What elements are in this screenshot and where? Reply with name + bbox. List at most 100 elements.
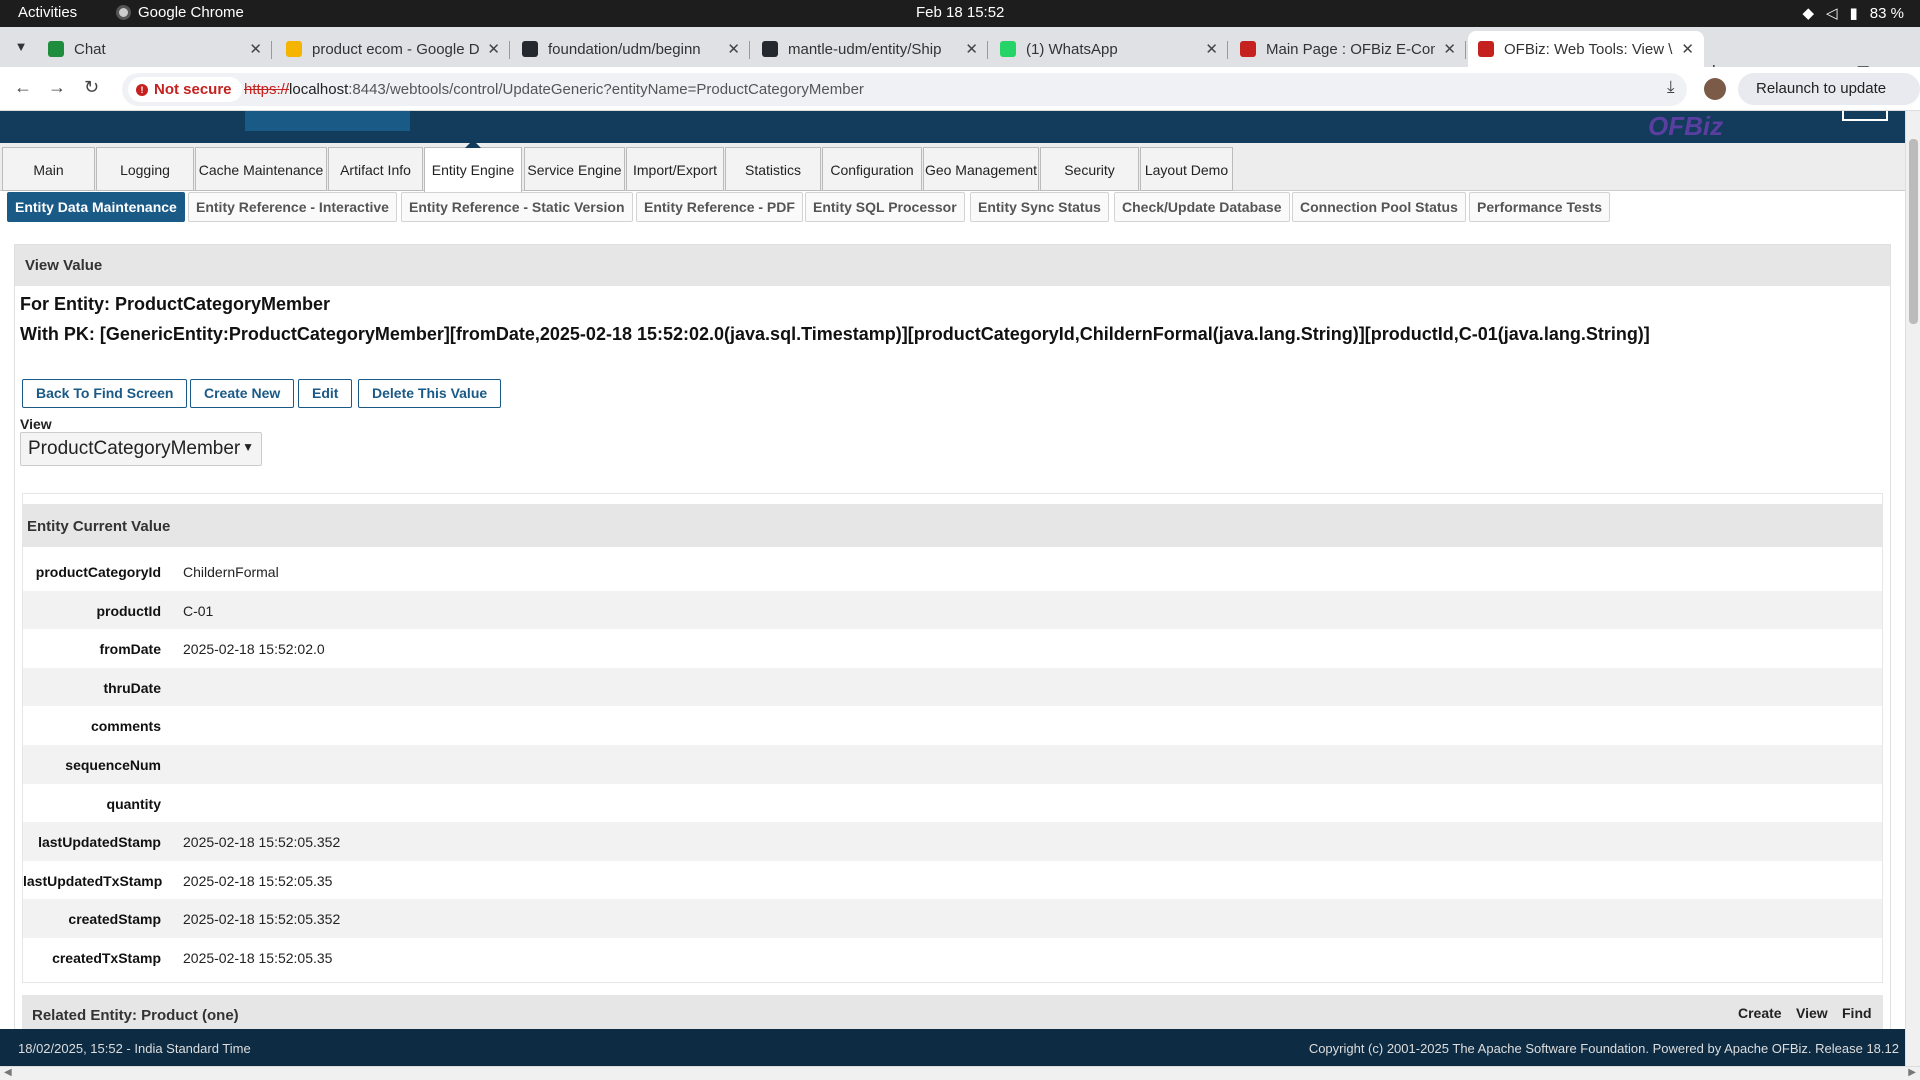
related-title: Related Entity: Product (one) — [32, 1007, 239, 1024]
main-nav-item[interactable]: Logging — [96, 147, 194, 191]
field-name: sequenceNum — [65, 757, 161, 773]
sub-nav-item[interactable]: Entity Data Maintenance — [7, 192, 185, 222]
menu-icon[interactable] — [1842, 111, 1888, 121]
horizontal-scrollbar[interactable]: ◀ ▶ — [0, 1066, 1920, 1080]
field-row: quantity — [23, 784, 1882, 823]
active-app-tab[interactable] — [245, 111, 410, 131]
field-row: thruDate — [23, 667, 1882, 707]
create-new-button[interactable]: Create New — [190, 379, 295, 408]
field-value: ChildernFormal — [183, 564, 279, 580]
main-nav-item[interactable]: Cache Maintenance — [195, 147, 327, 191]
security-chip[interactable]: ! Not secure — [128, 77, 242, 102]
browser-toolbar: ← → ↻ ! Not secure https://localhost:844… — [0, 67, 1920, 129]
browser-tab[interactable]: product ecom - Google D ✕ — [276, 31, 510, 67]
address-bar[interactable]: ! Not secure https://localhost:8443/webt… — [122, 73, 1757, 106]
current-value-title: Entity Current Value — [23, 504, 1882, 547]
sub-nav-item[interactable]: Entity SQL Processor — [805, 192, 965, 222]
field-value: 2025-02-18 15:52:05.35 — [183, 950, 333, 966]
tab-separator — [1465, 41, 1466, 59]
back-to-find-button[interactable]: Back To Find Screen — [22, 379, 188, 408]
main-nav-item[interactable]: Artifact Info — [328, 147, 423, 191]
main-nav-item[interactable]: Import/Export — [626, 147, 724, 191]
app-header: OFBiz — [0, 111, 1905, 143]
delete-value-button[interactable]: Delete This Value — [358, 379, 502, 408]
close-tab-icon[interactable]: ✕ — [1443, 40, 1456, 58]
related-create-link[interactable]: Create — [1738, 1005, 1782, 1021]
forward-icon[interactable]: → — [48, 77, 66, 98]
sub-nav-item[interactable]: Connection Pool Status — [1292, 192, 1466, 222]
battery-level: 83 % — [1869, 4, 1904, 22]
app-menu[interactable]: Google Chrome — [116, 4, 244, 21]
related-find-link[interactable]: Find — [1842, 1005, 1872, 1021]
footer-copyright: Copyright (c) 2001-2025 The Apache Softw… — [1308, 1041, 1899, 1056]
url-scheme: https:// — [244, 81, 290, 98]
app-name: Google Chrome — [138, 4, 244, 21]
sub-nav-item[interactable]: Entity Reference - Interactive — [188, 192, 397, 222]
tab-search-button[interactable]: ▼ — [8, 34, 34, 60]
tab-separator — [749, 41, 750, 59]
tab-title: product ecom - Google D — [312, 40, 480, 58]
close-tab-icon[interactable]: ✕ — [487, 40, 500, 58]
related-view-link[interactable]: View — [1796, 1005, 1828, 1021]
view-select[interactable]: ProductCategoryMember ▼ — [20, 432, 262, 466]
github-icon — [522, 41, 538, 57]
browser-tab[interactable]: (1) WhatsApp ✕ — [990, 31, 1228, 67]
main-nav-item[interactable]: Main — [2, 147, 95, 191]
main-nav-item[interactable]: Entity Engine — [424, 140, 522, 193]
close-tab-icon[interactable]: ✕ — [249, 40, 262, 58]
field-row: sequenceNum — [23, 745, 1882, 784]
reload-icon[interactable]: ↻ — [84, 77, 99, 98]
close-tab-icon[interactable]: ✕ — [1681, 40, 1694, 58]
browser-tab[interactable]: mantle-udm/entity/Ship ✕ — [752, 31, 988, 67]
view-select-value: ProductCategoryMember — [28, 438, 241, 459]
sub-nav-item[interactable]: Entity Sync Status — [970, 192, 1109, 222]
main-nav-item[interactable]: Geo Management — [923, 147, 1039, 191]
view-label: View — [20, 416, 52, 432]
field-name: thruDate — [103, 679, 161, 696]
field-name: createdStamp — [68, 911, 161, 928]
related-entity-bar: Related Entity: Product (one) Create Vie… — [22, 995, 1883, 1029]
browser-tab[interactable]: foundation/udm/beginn ✕ — [512, 31, 750, 67]
browser-tab[interactable]: Chat ✕ — [38, 31, 272, 67]
avatar[interactable] — [1704, 78, 1726, 100]
field-value: 2025-02-18 15:52:05.352 — [183, 834, 341, 851]
browser-tab[interactable]: Main Page : OFBiz E-Com ✕ — [1230, 31, 1466, 67]
field-row: comments — [23, 706, 1882, 745]
system-tray[interactable]: ◆ ◁ ▮ 83 % — [1802, 4, 1904, 23]
edit-button[interactable]: Edit — [298, 379, 353, 408]
url-text[interactable]: https://localhost:8443/webtools/control/… — [244, 81, 864, 98]
back-icon[interactable]: ← — [14, 77, 32, 98]
url-host: localhost — [289, 81, 349, 98]
caret-down-icon: ▼ — [242, 440, 254, 454]
clock[interactable]: Feb 18 15:52 — [916, 4, 1004, 21]
main-nav-item[interactable]: Layout Demo — [1140, 147, 1233, 191]
browser-tab[interactable]: OFBiz: Web Tools: View \ ✕ — [1468, 31, 1704, 67]
sub-nav-item[interactable]: Entity Reference - PDF — [636, 192, 803, 222]
activities-button[interactable]: Activities — [18, 4, 77, 21]
main-nav-item[interactable]: Statistics — [725, 147, 821, 191]
main-nav-item[interactable]: Service Engine — [524, 147, 625, 191]
volume-icon: ◁ — [1825, 5, 1838, 22]
sub-nav-item[interactable]: Performance Tests — [1469, 192, 1611, 222]
sub-nav-item[interactable]: Check/Update Database — [1114, 192, 1290, 222]
relaunch-button[interactable]: Relaunch to update ⋮ — [1738, 73, 1920, 129]
field-row: productId C-01 — [23, 590, 1882, 630]
download-icon[interactable]: ⤓ — [1667, 77, 1675, 97]
chevron-down-icon: ▼ — [14, 39, 28, 54]
tab-separator — [987, 41, 988, 59]
main-nav-item[interactable]: Configuration — [822, 147, 922, 191]
entity-heading: For Entity: ProductCategoryMember — [20, 294, 331, 314]
sub-nav-item[interactable]: Entity Reference - Static Version — [401, 192, 633, 222]
field-row: lastUpdatedTxStamp 2025-02-18 15:52:05.35 — [23, 861, 1882, 900]
close-tab-icon[interactable]: ✕ — [727, 40, 740, 58]
scrollbar-thumb[interactable] — [1909, 139, 1918, 324]
field-row: fromDate 2025-02-18 15:52:02.0 — [23, 629, 1882, 668]
tab-strip: ▼ Chat ✕ product ecom - Google D ✕ foundatio… — [0, 27, 1920, 82]
scroll-right-icon[interactable]: ▶ — [1908, 1067, 1916, 1078]
main-nav-item[interactable]: Security — [1040, 147, 1139, 191]
field-value: C-01 — [183, 602, 214, 619]
close-tab-icon[interactable]: ✕ — [1205, 40, 1218, 58]
vertical-scrollbar[interactable] — [1905, 111, 1920, 1066]
close-tab-icon[interactable]: ✕ — [965, 40, 978, 58]
scroll-left-icon[interactable]: ◀ — [4, 1067, 12, 1078]
